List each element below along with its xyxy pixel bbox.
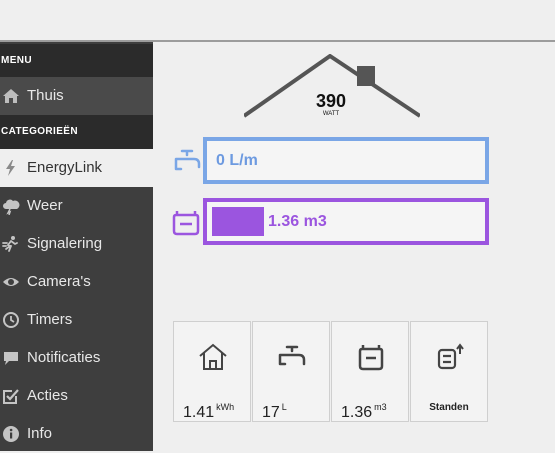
gas-meter-icon — [172, 211, 200, 236]
tile-water-value: 17 L — [262, 402, 287, 421]
power-unit: WATT — [322, 111, 340, 117]
clock-icon — [3, 312, 19, 328]
sidebar-item-label: Info — [27, 425, 53, 442]
water-meter-bar: 0 L/m — [203, 137, 489, 184]
faucet-icon — [174, 149, 201, 171]
meter-readings-icon — [437, 343, 464, 370]
speech-bubble-icon — [4, 352, 18, 365]
water-meter-value: 0 L/m — [216, 152, 258, 169]
eye-icon — [3, 278, 19, 286]
sidebar: MENU Thuis CATEGORIEËN EnergyLink Weer S… — [0, 42, 153, 451]
sidebar-item-label: Timers — [27, 311, 73, 328]
categories-header: CATEGORIEËN — [0, 115, 153, 149]
tile-electricity[interactable]: 1.41 kWh — [173, 321, 251, 422]
gas-meter-icon — [358, 345, 384, 371]
gas-meter-fill — [212, 207, 264, 236]
sidebar-item-label: Weer — [27, 197, 63, 214]
totals-tiles: 1.41 kWh 17 L 1.36 m3 Standen — [173, 321, 489, 422]
sidebar-item-label: Acties — [27, 387, 68, 404]
checkbox-icon — [3, 389, 19, 404]
sidebar-item-timers[interactable]: Timers — [0, 301, 153, 339]
tile-gas-value: 1.36 m3 — [341, 402, 387, 421]
sidebar-item-label: Thuis — [27, 87, 64, 104]
sidebar-item-notificaties[interactable]: Notificaties — [0, 339, 153, 377]
home-icon — [3, 89, 19, 103]
sidebar-item-weer[interactable]: Weer — [0, 187, 153, 225]
sidebar-item-label: Camera's — [27, 273, 91, 290]
sidebar-item-info[interactable]: Info — [0, 415, 153, 453]
power-value: 390 — [315, 91, 347, 111]
tile-water[interactable]: 17 L — [252, 321, 330, 422]
tile-electricity-value: 1.41 kWh — [183, 402, 235, 421]
sidebar-item-label: EnergyLink — [27, 159, 103, 176]
faucet-icon — [278, 345, 306, 366]
home-icon — [199, 343, 227, 370]
sidebar-item-cameras[interactable]: Camera's — [0, 263, 153, 301]
sidebar-item-thuis[interactable]: Thuis — [0, 77, 153, 115]
lightning-icon — [6, 160, 15, 176]
gas-meter-bar: 1.36 m3 — [203, 198, 489, 245]
top-bar — [0, 0, 555, 42]
running-person-icon — [2, 236, 18, 252]
sidebar-item-energylink[interactable]: EnergyLink — [0, 149, 153, 187]
info-icon — [3, 426, 19, 442]
sidebar-item-label: Signalering — [27, 235, 103, 252]
tile-standen-label: Standen — [429, 402, 469, 413]
tile-gas[interactable]: 1.36 m3 — [331, 321, 409, 422]
sidebar-item-acties[interactable]: Acties — [0, 377, 153, 415]
cloud-icon — [3, 199, 20, 215]
menu-header: MENU — [0, 44, 153, 78]
sidebar-item-signalering[interactable]: Signalering — [0, 225, 153, 263]
tile-standen[interactable]: Standen — [410, 321, 488, 422]
sidebar-item-label: Notificaties — [27, 349, 101, 366]
gas-meter-value: 1.36 m3 — [268, 213, 327, 230]
